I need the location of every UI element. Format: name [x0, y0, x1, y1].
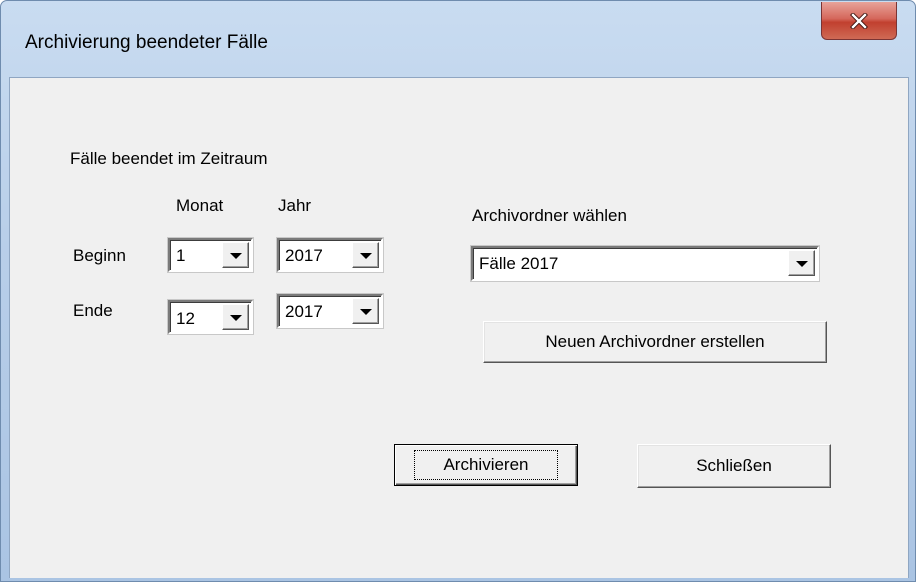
archive-folder-value: Fälle 2017 [479, 254, 559, 273]
end-year-select[interactable]: 2017 [276, 293, 384, 329]
close-dialog-button[interactable]: Schließen [637, 444, 831, 488]
end-month-value: 12 [176, 309, 195, 328]
range-heading: Fälle beendet im Zeitraum [70, 149, 268, 168]
window-title: Archivierung beendeter Fälle [25, 32, 268, 53]
dialog-client-area: Fälle beendet im Zeitraum Monat Jahr Beg… [9, 77, 909, 578]
begin-year-select[interactable]: 2017 [276, 237, 384, 273]
begin-month-value: 1 [176, 246, 186, 265]
chevron-down-icon[interactable] [222, 242, 249, 268]
chevron-down-icon[interactable] [788, 250, 815, 276]
close-window-button[interactable] [821, 2, 897, 40]
end-label: Ende [73, 301, 113, 320]
end-month-select[interactable]: 12 [167, 299, 254, 335]
archive-button[interactable]: Archivieren [394, 444, 578, 486]
begin-month-select[interactable]: 1 [167, 237, 254, 273]
archive-folder-label: Archivordner wählen [472, 206, 627, 225]
dialog-window: Archivierung beendeter Fälle Fälle beend… [0, 0, 916, 582]
year-column-header: Jahr [278, 196, 312, 215]
begin-label: Beginn [73, 246, 126, 265]
archive-folder-select[interactable]: Fälle 2017 [470, 245, 820, 282]
end-year-value: 2017 [285, 302, 323, 321]
chevron-down-icon[interactable] [222, 304, 249, 330]
begin-year-value: 2017 [285, 246, 323, 265]
close-x-icon [850, 12, 868, 29]
chevron-down-icon[interactable] [352, 298, 379, 324]
archive-button-label: Archivieren [414, 450, 558, 480]
chevron-down-icon[interactable] [352, 242, 379, 268]
title-bar[interactable]: Archivierung beendeter Fälle [1, 1, 915, 77]
new-archive-folder-button[interactable]: Neuen Archivordner erstellen [483, 321, 827, 363]
month-column-header: Monat [176, 196, 224, 215]
